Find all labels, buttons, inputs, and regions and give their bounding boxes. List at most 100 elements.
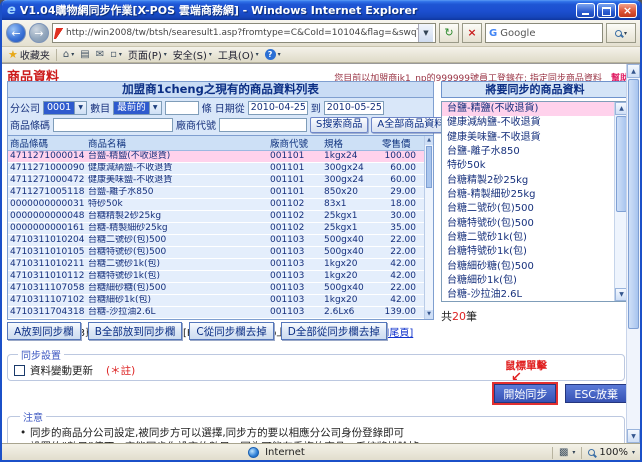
table-row[interactable]: 4710311107102台糖細砂1k(包)0011031kgx2042.00 xyxy=(8,295,424,307)
forward-button[interactable]: → xyxy=(29,23,49,43)
table-row[interactable]: 0000000000031特砂50k00110283x118.00 xyxy=(8,199,424,211)
address-dropdown-icon[interactable]: ▼ xyxy=(418,24,433,42)
minimize-button[interactable] xyxy=(576,3,595,18)
list-item[interactable]: 台鹽-離子水850 xyxy=(442,145,614,159)
count-input[interactable] xyxy=(165,101,199,115)
sync-action-button[interactable]: B全部放到同步欄 xyxy=(88,322,183,340)
list-item[interactable]: 台糖細砂糖(包)500 xyxy=(442,260,614,274)
count-unit-label: 條 xyxy=(202,100,212,115)
count-mode-select[interactable]: 最前的 ▼ xyxy=(113,101,162,115)
table-row[interactable]: 0000000000161台糖-精製細砂25kg00110225kgx135.0… xyxy=(8,223,424,235)
table-cell: 42.00 xyxy=(380,271,424,283)
table-cell: 001101 xyxy=(268,151,322,163)
table-cell: 台糖細砂1k(包) xyxy=(86,295,268,307)
zoom-icon xyxy=(588,449,595,456)
search-form: 分公司 0001 ▼ 數目 最前的 ▼ 條 日期從 xyxy=(7,97,434,135)
zoom-control[interactable]: 100% ▾ xyxy=(588,447,635,458)
column-header: 商品名稱 xyxy=(86,136,268,151)
sync-listbox[interactable]: 台鹽-精鹽(不收退貨)健康減納鹽-不收退貨健康美味鹽-不收退貨台鹽-離子水850… xyxy=(441,101,629,302)
notes-legend: 注意 xyxy=(20,409,46,424)
table-row[interactable]: 4711271005118台鹽-離子水850001101850x2029.00 xyxy=(8,187,424,199)
list-item[interactable]: 台糖細砂1k(包) xyxy=(442,274,614,288)
table-row[interactable]: 4711271000472健康美味鹽-不收退貨001101300gx2460.0… xyxy=(8,175,424,187)
feeds-button[interactable]: ▤ xyxy=(80,49,89,60)
protected-mode-button[interactable]: ▩▾ xyxy=(559,447,575,458)
table-row[interactable]: 4710311010105台糖特號砂(包)500001103500gx4022.… xyxy=(8,247,424,259)
internet-zone-icon xyxy=(248,447,259,458)
notes-group: 注意 同步的商品分公司設定,被同步方可以選擇,同步方的要以相應分公司身份登錄即可… xyxy=(7,409,625,443)
table-cell: 60.00 xyxy=(380,163,424,175)
chevron-down-icon: ▾ xyxy=(572,449,575,456)
favorites-button[interactable]: ★ 收藏夹 xyxy=(8,47,50,62)
list-item[interactable]: 台糖二號砂(包)500 xyxy=(442,202,614,216)
home-button[interactable]: ⌂▾ xyxy=(63,49,74,60)
print-button[interactable]: ▫▾ xyxy=(110,49,122,60)
data-update-checkbox[interactable] xyxy=(14,365,25,376)
stop-button[interactable]: × xyxy=(462,23,482,43)
list-item[interactable]: 台糖精製2砂25kg xyxy=(442,174,614,188)
help-menu[interactable]: ?▾ xyxy=(265,49,281,60)
table-row[interactable]: 4710311704318台糖-沙拉油2.6L0011032.6Lx6139.0… xyxy=(8,307,424,319)
list-item[interactable]: 台糖特號砂(包)500 xyxy=(442,217,614,231)
address-field[interactable]: http://win2008/tw/btsh/searesult1.asp?fr… xyxy=(52,23,436,43)
barcode-input[interactable] xyxy=(53,118,173,132)
table-row[interactable]: 4710311010211台糖二號砂1k(包)0011031kgx2042.00 xyxy=(8,259,424,271)
safety-menu[interactable]: 安全(S)▾ xyxy=(173,47,212,62)
list-item[interactable]: 台糖特號砂1k(包) xyxy=(442,245,614,259)
scrollbar-thumb[interactable] xyxy=(628,79,639,329)
table-row[interactable]: 4710311107058台糖細砂糖(包)500001103500gx4022.… xyxy=(8,283,424,295)
table-cell: 001102 xyxy=(268,199,322,211)
sync-action-button[interactable]: D全部從同步欄去掉 xyxy=(281,322,387,340)
scroll-down-icon[interactable]: ▼ xyxy=(425,310,433,319)
tools-menu[interactable]: 工具(O)▾ xyxy=(218,47,259,62)
separator xyxy=(56,49,57,61)
scroll-up-icon[interactable]: ▲ xyxy=(627,64,640,78)
branch-select[interactable]: 0001 ▼ xyxy=(43,101,87,115)
separator xyxy=(552,447,553,459)
read-mail-button[interactable]: ✉ xyxy=(96,49,104,60)
page-menu[interactable]: 页面(P)▾ xyxy=(128,47,167,62)
table-row[interactable]: 4710311010204台糖二號砂(包)500001103500gx4022.… xyxy=(8,235,424,247)
vendor-input[interactable] xyxy=(219,118,307,132)
table-row[interactable]: 4711271000014台鹽-精鹽(不收退貨)0011011kgx24100.… xyxy=(8,151,424,163)
refresh-button[interactable]: ↻ xyxy=(439,23,459,43)
product-table-body: 4711271000014台鹽-精鹽(不收退貨)0011011kgx24100.… xyxy=(8,151,424,319)
sync-settings-legend: 同步設置 xyxy=(18,347,64,362)
feeds-icon: ▤ xyxy=(80,49,89,60)
restore-button[interactable] xyxy=(597,3,616,18)
chevron-down-icon: ▾ xyxy=(164,51,167,58)
list-item[interactable]: 台糖-沙拉油2.6L xyxy=(442,288,614,302)
table-scrollbar[interactable]: ▲ ▼ xyxy=(424,136,433,319)
date-from-input[interactable] xyxy=(248,101,308,115)
count-suffix: 筆 xyxy=(466,310,477,323)
sync-action-button[interactable]: C從同步欄去掉 xyxy=(189,322,273,340)
date-to-input[interactable] xyxy=(324,101,384,115)
list-item[interactable]: 健康減納鹽-不收退貨 xyxy=(442,116,614,130)
search-input[interactable]: G Google xyxy=(485,23,603,43)
list-item[interactable]: 健康美味鹽-不收退貨 xyxy=(442,131,614,145)
table-cell: 4711271005118 xyxy=(8,187,86,199)
scrollbar-thumb[interactable] xyxy=(426,146,432,188)
page-scrollbar[interactable]: ▲ ▼ xyxy=(626,64,640,443)
close-button[interactable] xyxy=(618,3,637,18)
sync-action-button[interactable]: A放到同步欄 xyxy=(7,322,81,340)
list-item[interactable]: 台鹽-精鹽(不收退貨) xyxy=(442,102,614,116)
search-products-button[interactable]: S搜索商品 xyxy=(310,117,368,133)
count-select-value: 最前的 xyxy=(114,102,149,114)
list-item[interactable]: 台糖二號砂1k(包) xyxy=(442,231,614,245)
start-sync-button[interactable]: 開始同步 xyxy=(494,384,556,403)
scroll-up-icon[interactable]: ▲ xyxy=(425,136,433,145)
esc-cancel-button[interactable]: ESC放棄 xyxy=(565,384,627,403)
scroll-down-icon[interactable]: ▼ xyxy=(627,429,640,443)
list-item[interactable]: 特砂50k xyxy=(442,159,614,173)
shield-icon: ▩ xyxy=(559,447,568,458)
table-row[interactable]: 0000000000048台糖精製2砂25kg00110225kgx130.00 xyxy=(8,211,424,223)
back-button[interactable]: ← xyxy=(6,23,26,43)
list-item[interactable]: 台糖-精製細砂25kg xyxy=(442,188,614,202)
all-products-button[interactable]: A全部商品資料 xyxy=(371,117,450,133)
table-cell: 25kgx1 xyxy=(322,211,380,223)
search-go-button[interactable]: ▾ xyxy=(606,23,636,43)
table-row[interactable]: 4711271000090健康減納鹽-不收退貨001101300gx2460.0… xyxy=(8,163,424,175)
column-header: 規格 xyxy=(322,136,380,151)
table-row[interactable]: 4710311010112台糖特號砂1k(包)0011031kgx2042.00 xyxy=(8,271,424,283)
